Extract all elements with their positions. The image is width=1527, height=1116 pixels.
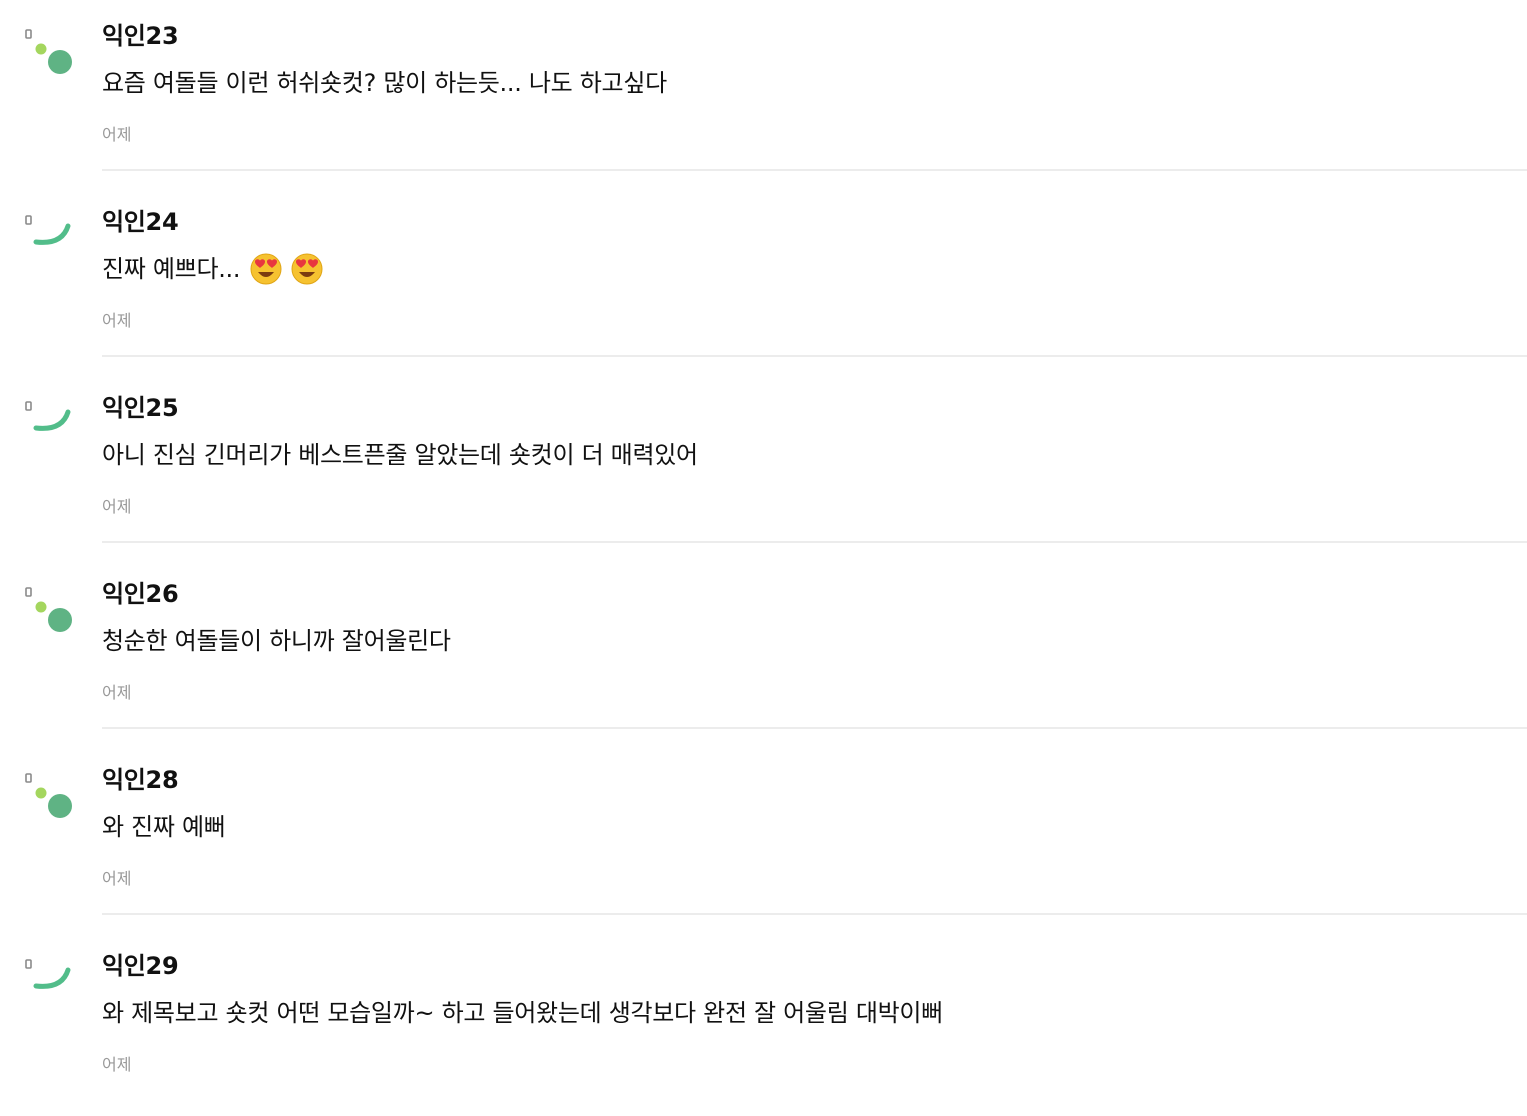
comment-text: 요즘 여돌들 이런 허쉬숏컷? 많이 하는듯... 나도 하고싶다: [102, 69, 667, 97]
comment-item: 익인26 청순한 여돌들이 하니까 잘어울린다 어제: [0, 558, 1527, 744]
comment-list: 익인23 요즘 여돌들 이런 허쉬숏컷? 많이 하는듯... 나도 하고싶다 어…: [0, 0, 1527, 1116]
comment-divider: [102, 355, 1527, 357]
comment-text: 아니 진심 긴머리가 베스트픈줄 알았는데 숏컷이 더 매력있어: [102, 441, 698, 469]
comment-time: 어제: [102, 311, 132, 330]
comment-item: 익인23 요즘 여돌들 이런 허쉬숏컷? 많이 하는듯... 나도 하고싶다 어…: [0, 0, 1527, 186]
comment-nickname[interactable]: 익인29: [102, 951, 179, 981]
comment-nickname[interactable]: 익인28: [102, 765, 179, 795]
dots-avatar-icon[interactable]: [22, 770, 78, 826]
dots-avatar-icon[interactable]: [22, 584, 78, 640]
arc-avatar-icon[interactable]: [22, 398, 78, 454]
comment-nickname[interactable]: 익인26: [102, 579, 179, 609]
comment-text: 청순한 여돌들이 하니까 잘어울린다: [102, 627, 451, 655]
comment-time: 어제: [102, 1055, 132, 1074]
comment-time: 어제: [102, 497, 132, 516]
heart-eyes-emoji: [250, 253, 282, 293]
comment-nickname[interactable]: 익인24: [102, 207, 179, 237]
comment-item: 익인25 아니 진심 긴머리가 베스트픈줄 알았는데 숏컷이 더 매력있어 어제: [0, 372, 1527, 558]
comment-item: 익인29 와 제목보고 숏컷 어떤 모습일까~ 하고 들어왔는데 생각보다 완전…: [0, 930, 1527, 1116]
comment-item: 익인24 진짜 예쁘다... 어제: [0, 186, 1527, 372]
comment-time: 어제: [102, 869, 132, 888]
comment-nickname[interactable]: 익인25: [102, 393, 179, 423]
comment-text: 와 진짜 예뻐: [102, 813, 226, 841]
dots-avatar-icon[interactable]: [22, 26, 78, 82]
comment-divider: [102, 541, 1527, 543]
comment-text: 와 제목보고 숏컷 어떤 모습일까~ 하고 들어왔는데 생각보다 완전 잘 어울…: [102, 999, 943, 1027]
comment-divider: [102, 727, 1527, 729]
comment-time: 어제: [102, 683, 132, 702]
comment-nickname[interactable]: 익인23: [102, 21, 179, 51]
comment-divider: [102, 913, 1527, 915]
comment-item: 익인28 와 진짜 예뻐 어제: [0, 744, 1527, 930]
heart-eyes-emoji: [291, 253, 323, 293]
comment-text: 진짜 예쁘다...: [102, 253, 323, 293]
comment-text-content: 진짜 예쁘다...: [102, 255, 241, 283]
arc-avatar-icon[interactable]: [22, 956, 78, 1012]
comment-time: 어제: [102, 125, 132, 144]
comment-divider: [102, 169, 1527, 171]
arc-avatar-icon[interactable]: [22, 212, 78, 268]
